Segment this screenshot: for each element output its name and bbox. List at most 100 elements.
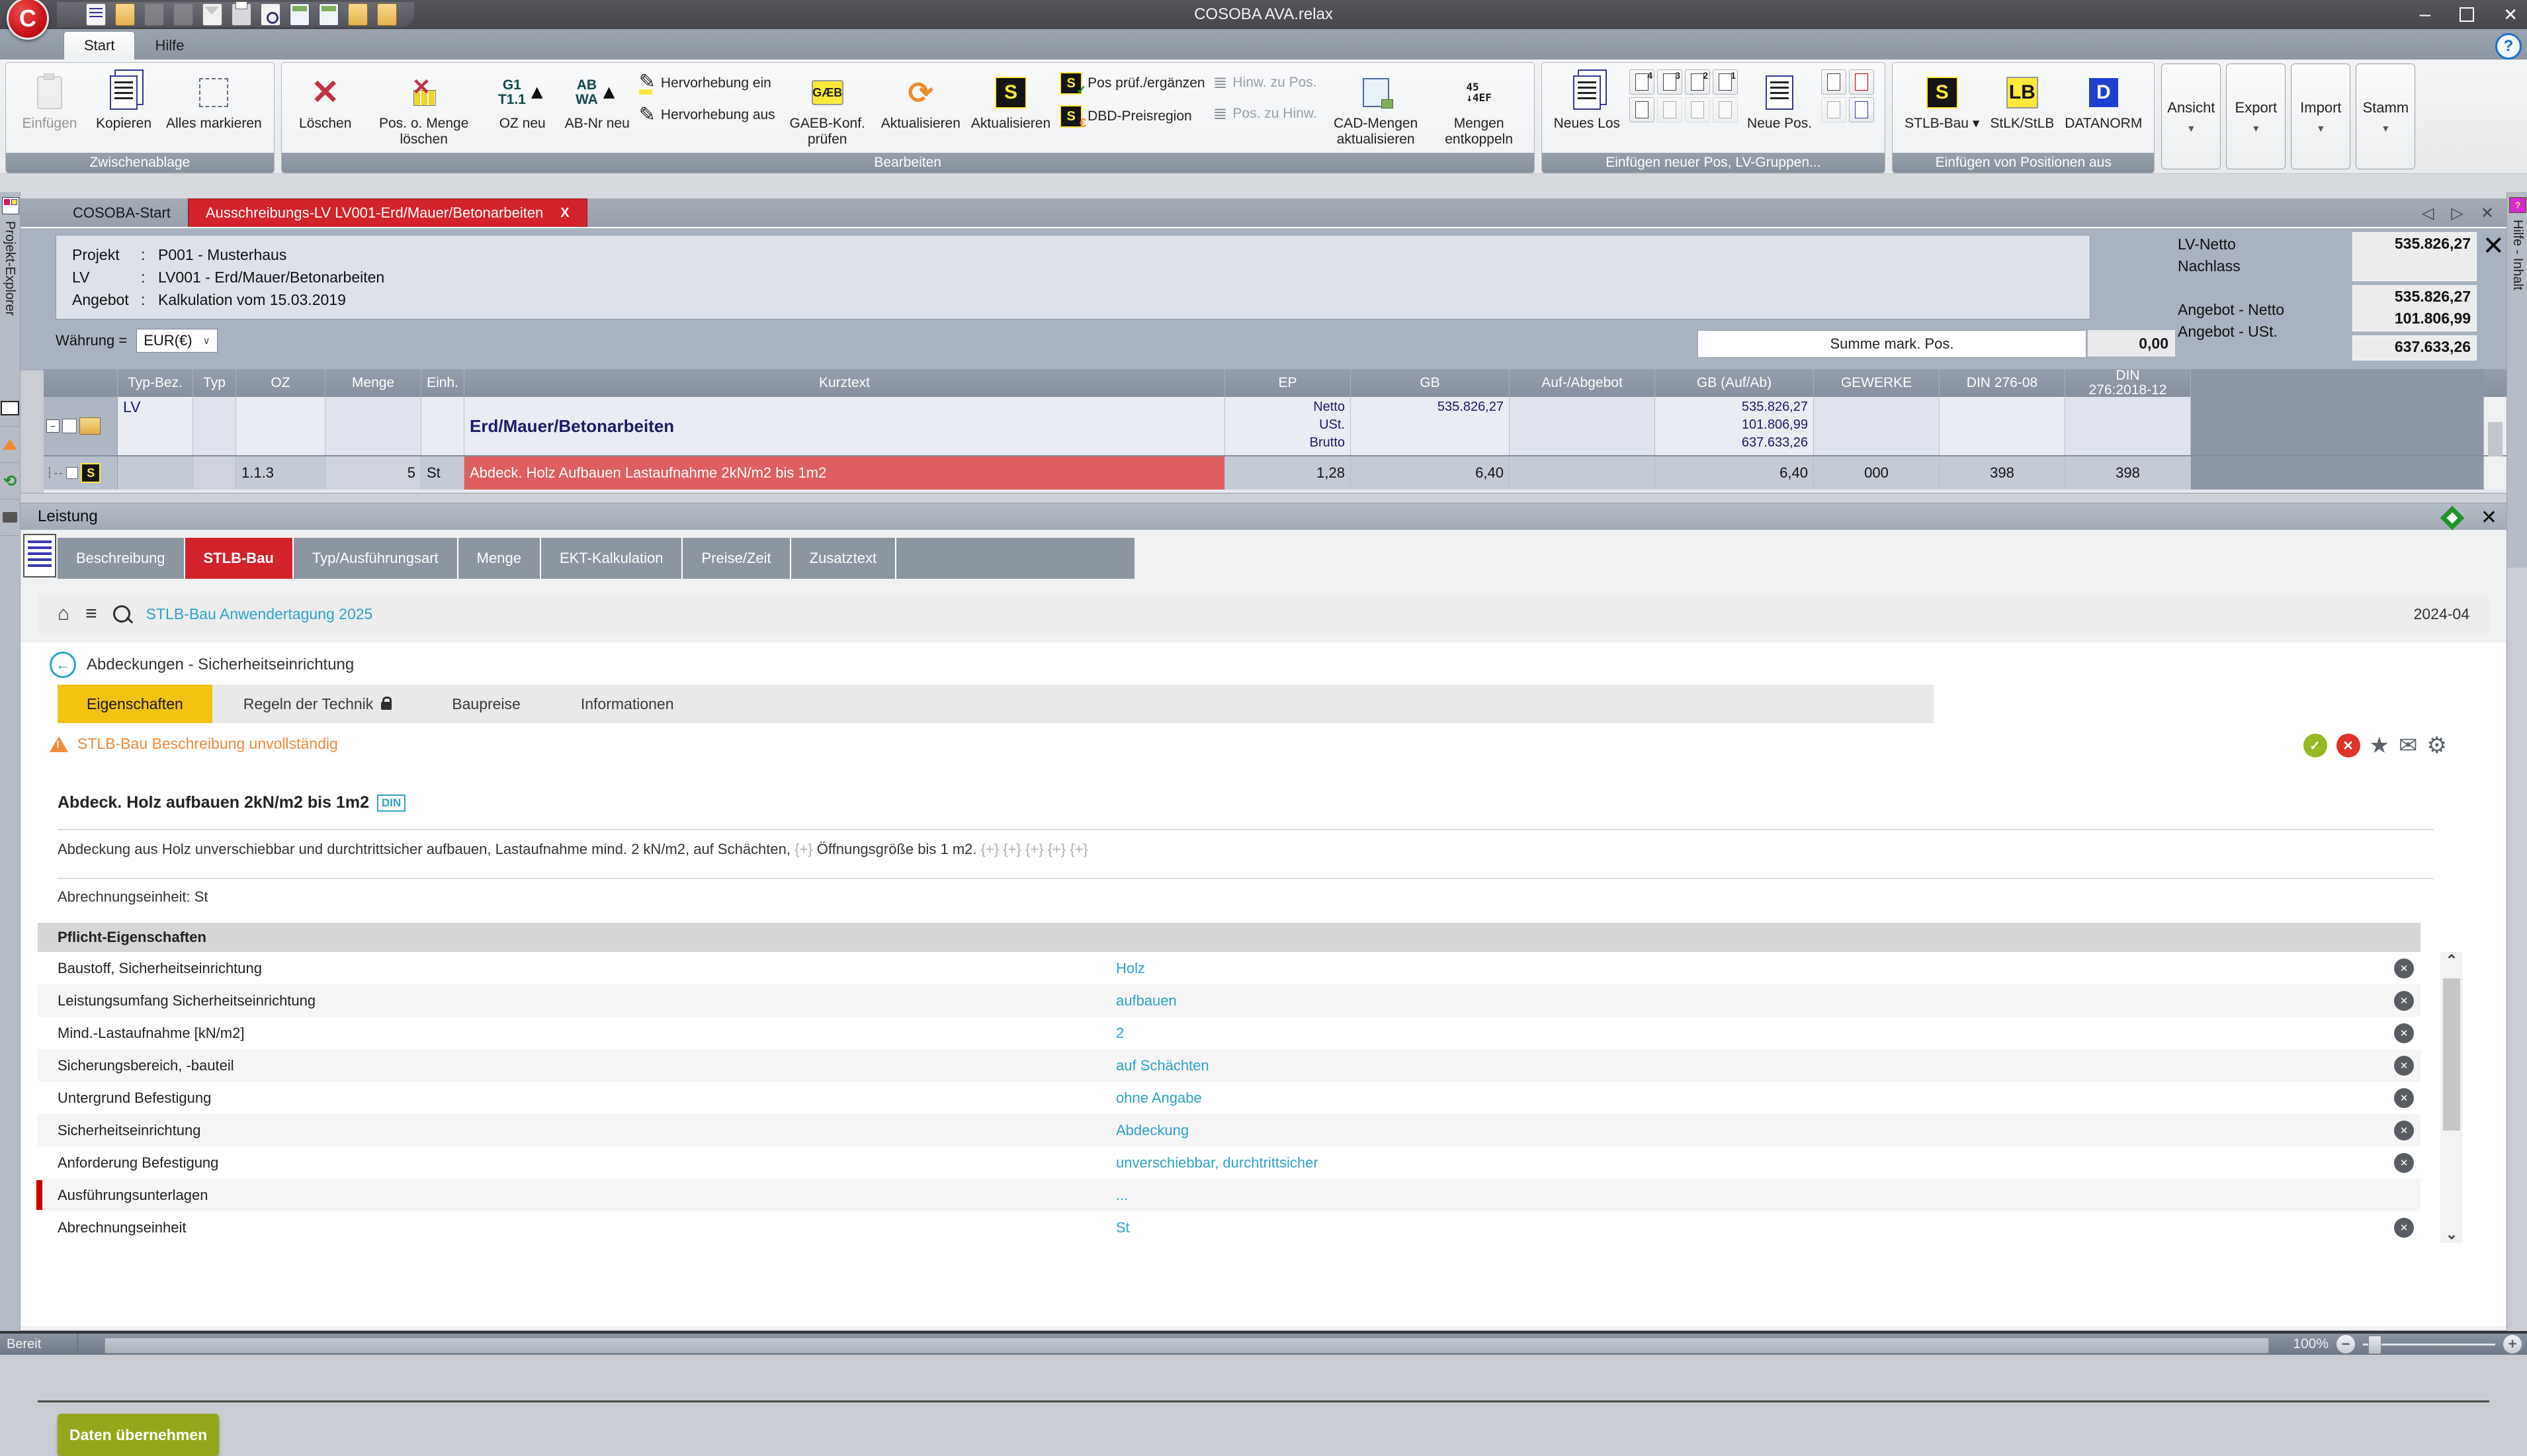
horizontal-scrollbar[interactable] bbox=[105, 1338, 2269, 1353]
tab-zusatztext[interactable]: Zusatztext bbox=[791, 538, 896, 579]
tab-menge[interactable]: Menge bbox=[458, 538, 541, 579]
text-pos-icon[interactable] bbox=[1821, 69, 1846, 95]
import-menu-button[interactable]: Import▼ bbox=[2291, 64, 2350, 169]
insert-level-4-icon[interactable]: 4 bbox=[1629, 69, 1654, 95]
tab-stlb-bau[interactable]: STLB-Bau bbox=[185, 538, 294, 579]
oz-neu-button[interactable]: G1T1.1 ▲ OZ neu bbox=[486, 69, 560, 134]
remove-property-icon[interactable]: ✕ bbox=[2394, 1218, 2414, 1238]
insert-sub-icon[interactable] bbox=[1629, 97, 1654, 122]
zoom-in-button[interactable]: + bbox=[2503, 1335, 2522, 1353]
subtab-informationen[interactable]: Informationen bbox=[552, 685, 703, 723]
subtab-baupreise[interactable]: Baupreise bbox=[423, 685, 550, 723]
subtab-regeln-der-technik[interactable]: Regeln der Technik bbox=[214, 685, 421, 723]
note-pos-icon[interactable] bbox=[1849, 69, 1874, 95]
tab-close-icon[interactable]: X bbox=[560, 206, 569, 221]
scrollbar-thumb[interactable] bbox=[2443, 978, 2460, 1131]
settings-gear-icon[interactable]: ⚙ bbox=[2427, 734, 2447, 757]
nachlass-value[interactable] bbox=[2358, 255, 2471, 277]
back-icon[interactable]: ← bbox=[50, 652, 76, 678]
maximize-button[interactable] bbox=[2460, 7, 2474, 22]
export-menu-button[interactable]: Export▼ bbox=[2226, 64, 2286, 169]
neue-pos-button[interactable]: Neue Pos. bbox=[1742, 69, 1817, 134]
highlight-on-button[interactable]: ✎ Hervorhebung ein bbox=[639, 72, 775, 95]
add-property-markers[interactable]: {+} {+} {+} {+} {+} bbox=[981, 841, 1088, 857]
remove-property-icon[interactable]: ✕ bbox=[2394, 1023, 2414, 1043]
panel-close-icon[interactable]: ✕ bbox=[2482, 231, 2505, 261]
remove-property-icon[interactable]: ✕ bbox=[2394, 1056, 2414, 1076]
remove-property-icon[interactable]: ✕ bbox=[2394, 1088, 2414, 1108]
close-button[interactable]: ✕ bbox=[2503, 5, 2518, 25]
insert-level-1-icon[interactable]: 1 bbox=[1713, 69, 1738, 95]
pos-check-button[interactable]: S✓ Pos prüf./ergänzen bbox=[1060, 72, 1205, 95]
highlight-off-button[interactable]: ✎ Hervorhebung aus bbox=[639, 105, 775, 125]
currency-select[interactable]: EUR(€)∨ bbox=[136, 329, 217, 353]
complete-check-icon[interactable]: ✓ bbox=[2303, 734, 2327, 757]
gaeb-check-button[interactable]: GÆB GAEB-Konf. prüfen bbox=[779, 69, 876, 150]
tab-list-close-icon[interactable]: ✕ bbox=[2481, 204, 2494, 223]
menu-icon[interactable]: ≡ bbox=[85, 603, 97, 625]
tree-collapse-icon[interactable]: − bbox=[46, 419, 60, 433]
home-icon[interactable]: ⌂ bbox=[58, 603, 69, 625]
table-vertical-scrollbar[interactable] bbox=[2483, 397, 2507, 455]
row-checkbox[interactable] bbox=[66, 467, 78, 479]
summe-mark-pos-field[interactable]: Summe mark. Pos. bbox=[1697, 330, 2086, 358]
remove-property-icon[interactable]: ✕ bbox=[2394, 1121, 2414, 1140]
zoom-slider-thumb[interactable] bbox=[2368, 1336, 2381, 1354]
dock-diamond-icon[interactable] bbox=[2440, 505, 2464, 530]
tab-scroll-right-icon[interactable]: ▷ bbox=[2451, 204, 2463, 223]
refresh-button[interactable]: ⟳ Aktualisieren bbox=[876, 69, 966, 134]
tab-preise-zeit[interactable]: Preise/Zeit bbox=[683, 538, 791, 579]
mail-feedback-icon[interactable]: ✉ bbox=[2399, 734, 2418, 757]
tab-scroll-left-icon[interactable]: ◁ bbox=[2422, 204, 2434, 223]
favorite-star-icon[interactable]: ★ bbox=[2370, 734, 2389, 757]
decouple-quantities-button[interactable]: 45↓4EF Mengen entkoppeln bbox=[1431, 69, 1527, 150]
scroll-down-icon[interactable]: ⌄ bbox=[2440, 1226, 2463, 1243]
stlk-stlb-insert-button[interactable]: LB StLK/StLB bbox=[1985, 69, 2059, 134]
insert-level-2-icon[interactable]: 2 bbox=[1685, 69, 1710, 95]
ribbon-tab-start[interactable]: Start bbox=[64, 31, 135, 60]
select-all-button[interactable]: Alles markieren bbox=[161, 69, 267, 134]
daten-uebernehmen-button[interactable]: Daten übernehmen bbox=[58, 1414, 219, 1456]
sidebar-tab-projekt-explorer[interactable]: Projekt-Explorer bbox=[2, 221, 17, 316]
stamm-menu-button[interactable]: Stamm▼ bbox=[2356, 64, 2415, 169]
text-block-icon[interactable] bbox=[1849, 97, 1874, 122]
help-book-icon[interactable]: ? bbox=[2509, 197, 2526, 213]
pos-kurztext-cell[interactable]: Abdeck. Holz Aufbauen Lastaufnahme 2kN/m… bbox=[464, 456, 1225, 490]
dbd-price-button[interactable]: S€ DBD-Preisregion bbox=[1060, 105, 1205, 128]
zoom-out-button[interactable]: − bbox=[2336, 1335, 2355, 1353]
din-badge[interactable]: DIN bbox=[377, 794, 406, 812]
sidebar-catalog-button[interactable] bbox=[1, 390, 19, 427]
remove-property-icon[interactable]: ✕ bbox=[2394, 959, 2414, 978]
table-row-position[interactable]: ┆-- S 1.1.3 5 St Abdeck. Holz Aufbauen L… bbox=[44, 456, 2507, 490]
tab-ekt-kalkulation[interactable]: EKT-Kalkulation bbox=[541, 538, 683, 579]
sidebar-print-button[interactable] bbox=[1, 499, 19, 536]
cad-quantities-button[interactable]: CAD-Mengen aktualisieren bbox=[1321, 69, 1431, 150]
stlb-bau-insert-button[interactable]: S STLB-Bau ▾ bbox=[1899, 69, 1985, 134]
tab-cosoba-start[interactable]: COSOBA-Start bbox=[56, 198, 188, 227]
col-tree[interactable] bbox=[44, 369, 118, 397]
tab-typ-ausfuehrungsart[interactable]: Typ/Ausführungsart bbox=[294, 538, 458, 579]
delete-button[interactable]: ✕ Löschen bbox=[288, 69, 363, 134]
datanorm-insert-button[interactable]: D DATANORM bbox=[2059, 69, 2147, 134]
stlb-refresh-button[interactable]: S Aktualisieren bbox=[966, 69, 1056, 134]
leistung-close-icon[interactable]: ✕ bbox=[2481, 506, 2497, 529]
sidebar-sync-button[interactable]: ⟲ bbox=[1, 463, 19, 499]
remove-property-icon[interactable]: ✕ bbox=[2394, 1153, 2414, 1173]
tab-ausschreibungs-lv[interactable]: Ausschreibungs-LV LV001-Erd/Mauer/Betona… bbox=[188, 198, 587, 227]
row-checkbox[interactable] bbox=[62, 419, 77, 433]
sidebar-tab-hilfe-inhalt[interactable]: Hilfe - Inhalt bbox=[2510, 220, 2525, 290]
table-row-lv-group[interactable]: − LV Erd/Mauer/Betonarbeiten Netto USt. … bbox=[44, 397, 2507, 456]
project-explorer-icon[interactable] bbox=[2, 197, 19, 214]
scroll-up-icon[interactable]: ⌃ bbox=[2440, 952, 2463, 969]
insert-level-3-icon[interactable]: 3 bbox=[1657, 69, 1682, 95]
stlb-anwendertagung-link[interactable]: STLB-Bau Anwendertagung 2025 bbox=[146, 605, 373, 623]
neues-los-button[interactable]: Neues Los bbox=[1549, 69, 1625, 134]
tab-beschreibung[interactable]: Beschreibung bbox=[58, 538, 185, 579]
ribbon-tab-hilfe[interactable]: Hilfe bbox=[135, 32, 204, 60]
properties-scrollbar[interactable]: ⌃ ⌄ bbox=[2440, 952, 2463, 1243]
delete-position-button[interactable]: ✕ Pos. o. Menge löschen bbox=[363, 69, 486, 150]
zoom-slider[interactable] bbox=[2363, 1344, 2495, 1346]
sidebar-update-button[interactable] bbox=[1, 427, 19, 463]
help-icon[interactable]: ? bbox=[2495, 33, 2522, 60]
ansicht-menu-button[interactable]: Ansicht▼ bbox=[2161, 64, 2221, 169]
